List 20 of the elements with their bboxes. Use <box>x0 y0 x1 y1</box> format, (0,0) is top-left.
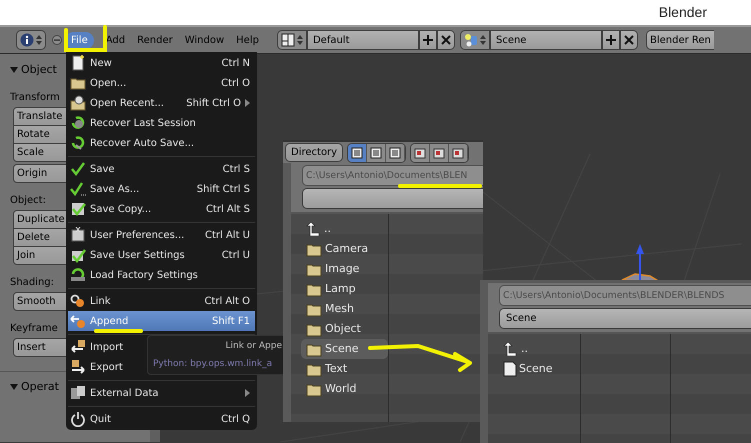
shortcut-text: Shift F1 <box>212 314 250 328</box>
shortcut-text: Ctrl O <box>221 76 250 90</box>
section-label: Shading: <box>10 276 54 290</box>
section-label: Keyframe <box>10 322 58 336</box>
shortcut-text: Ctrl U <box>222 248 250 262</box>
shortcut-text: Shift Ctrl O <box>186 96 241 110</box>
panel-title: Object <box>21 62 57 78</box>
shortcut-text: Ctrl Alt U <box>204 228 250 242</box>
shortcut-text: Ctrl S <box>222 162 250 176</box>
panel-title: Operat <box>21 378 59 395</box>
shortcut-text: Ctrl Q <box>221 412 250 426</box>
section-label: Transform <box>10 91 60 105</box>
tooltip-python: Python: bpy.ops.wm.link_a <box>153 358 272 370</box>
tooltip-title: Link or Appe <box>226 340 282 353</box>
shortcut-text: Ctrl Alt S <box>206 202 250 216</box>
shortcut-text: Ctrl N <box>222 56 250 70</box>
section-label: Object: <box>10 194 46 208</box>
shortcut-text: Ctrl Alt O <box>204 294 250 308</box>
shortcut-text: Shift Ctrl S <box>196 182 250 196</box>
window-title: Blender <box>658 3 707 22</box>
